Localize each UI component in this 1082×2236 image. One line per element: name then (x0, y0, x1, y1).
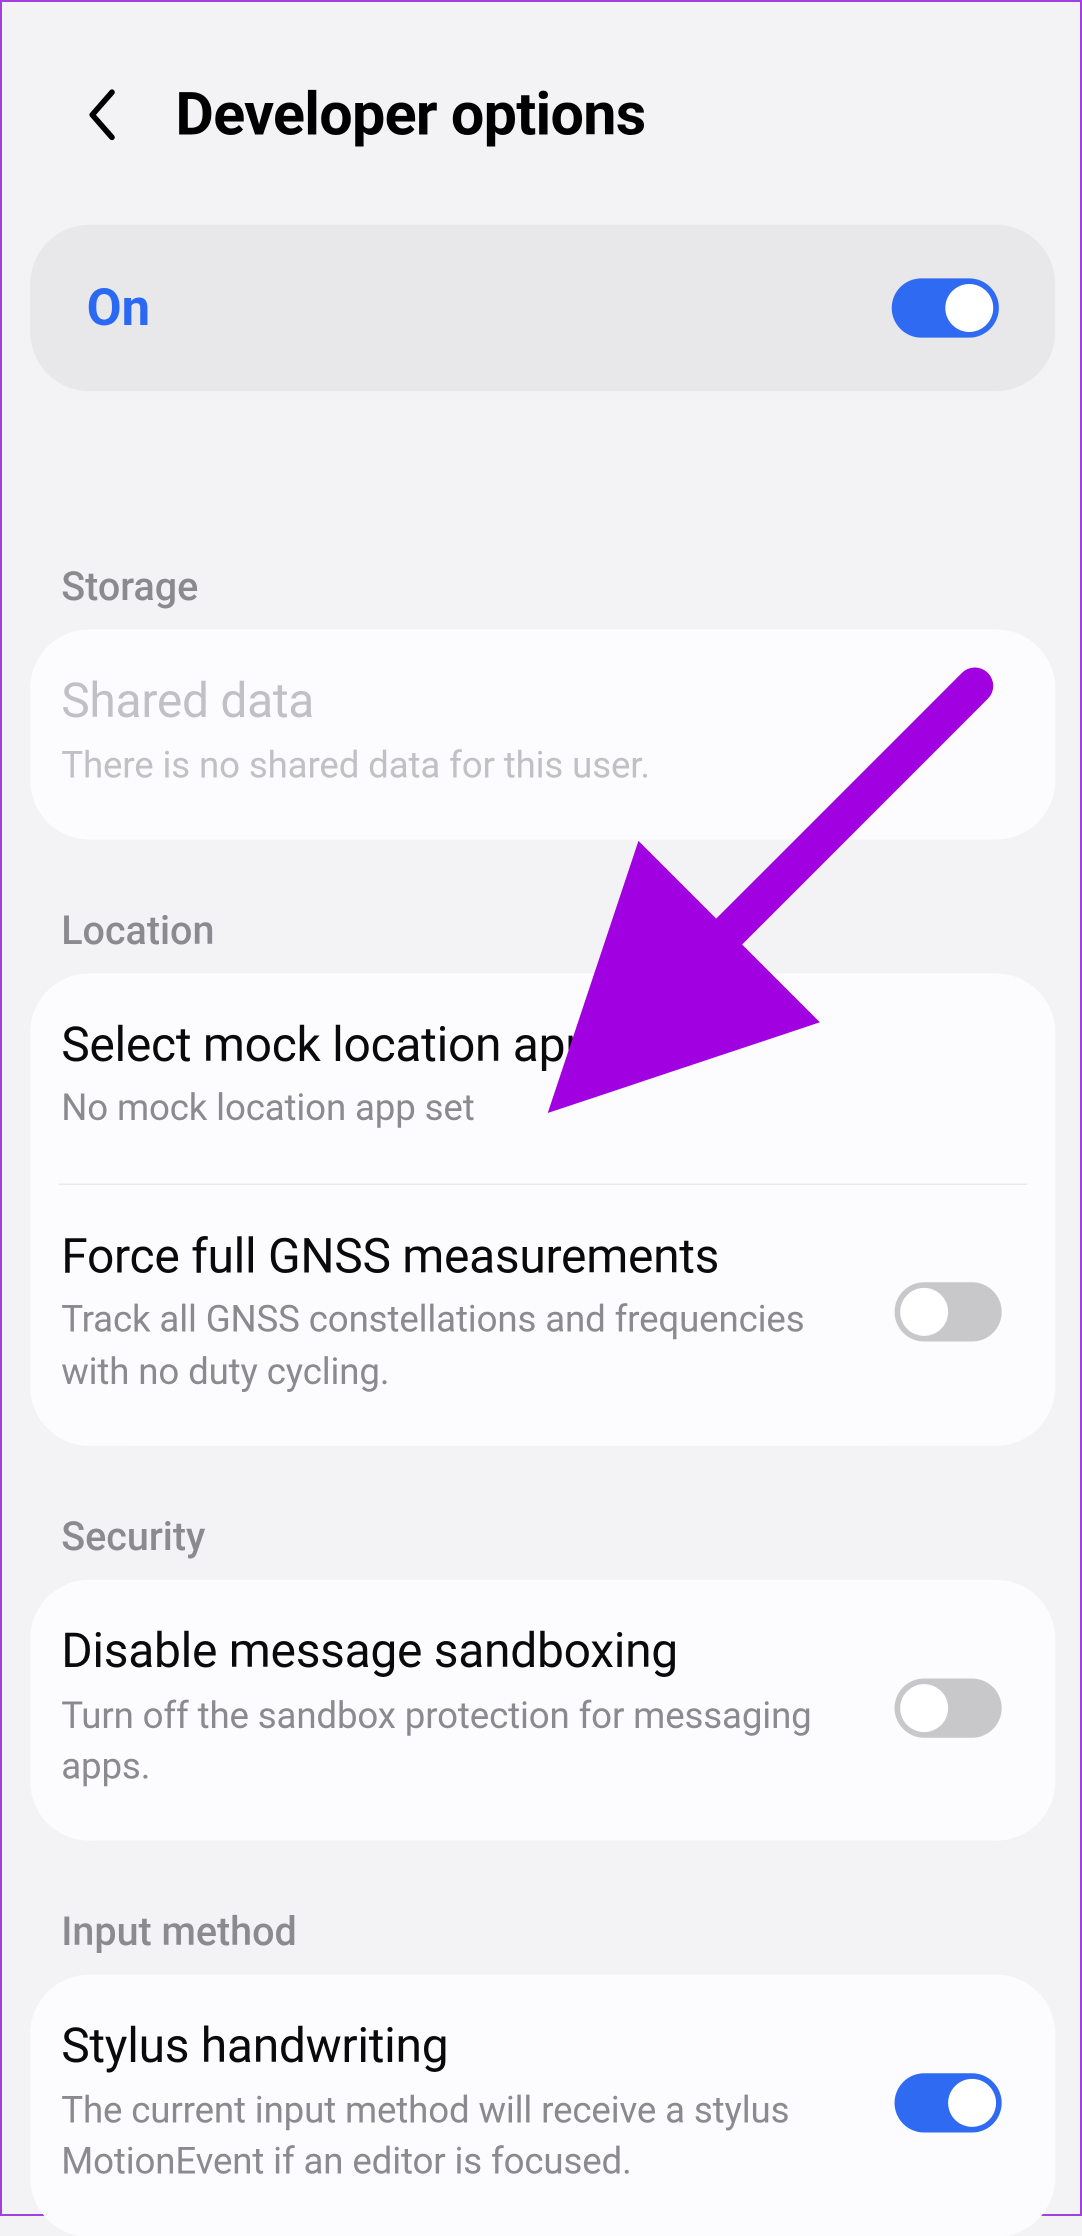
card-storage: Shared data There is no shared data for … (30, 629, 1055, 839)
section-label-security: Security (2, 1446, 1082, 1580)
row-stylus-handwriting[interactable]: Stylus handwriting The current input met… (30, 1975, 1055, 2236)
row-title: Stylus handwriting (61, 2017, 866, 2077)
chevron-left-icon (84, 87, 118, 143)
section-label-storage: Storage (2, 479, 1082, 630)
page-title: Developer options (175, 80, 645, 149)
row-disable-sandbox[interactable]: Disable message sandboxing Turn off the … (30, 1580, 1055, 1841)
section-label-location: Location (2, 839, 1082, 973)
back-button[interactable] (65, 80, 136, 151)
row-subtitle: Turn off the sandbox protection for mess… (61, 1691, 866, 1794)
row-shared-data[interactable]: Shared data There is no shared data for … (30, 629, 1055, 839)
card-location: Select mock location app No mock locatio… (30, 973, 1055, 1446)
row-subtitle: No mock location app set (61, 1084, 1001, 1135)
row-mock-location[interactable]: Select mock location app No mock locatio… (30, 973, 1055, 1183)
gnss-toggle[interactable] (895, 1283, 1002, 1342)
master-toggle[interactable] (892, 278, 999, 337)
row-subtitle: Track all GNSS constellations and freque… (61, 1295, 866, 1398)
card-security: Disable message sandboxing Turn off the … (30, 1580, 1055, 1841)
section-label-input: Input method (2, 1841, 1082, 1975)
row-title: Disable message sandboxing (61, 1622, 866, 1682)
sandbox-toggle[interactable] (895, 1678, 1002, 1737)
card-input: Stylus handwriting The current input met… (30, 1975, 1055, 2236)
row-subtitle: The current input method will receive a … (61, 2086, 866, 2189)
stylus-toggle[interactable] (895, 2073, 1002, 2132)
row-title: Select mock location app (61, 1016, 1001, 1076)
row-title: Force full GNSS measurements (61, 1227, 866, 1287)
row-title: Shared data (61, 672, 1001, 732)
row-subtitle: There is no shared data for this user. (61, 740, 1001, 791)
row-force-gnss[interactable]: Force full GNSS measurements Track all G… (30, 1185, 1055, 1446)
header: Developer options (2, 2, 1082, 214)
master-toggle-row[interactable]: On (30, 225, 1055, 391)
master-toggle-label: On (87, 278, 150, 337)
